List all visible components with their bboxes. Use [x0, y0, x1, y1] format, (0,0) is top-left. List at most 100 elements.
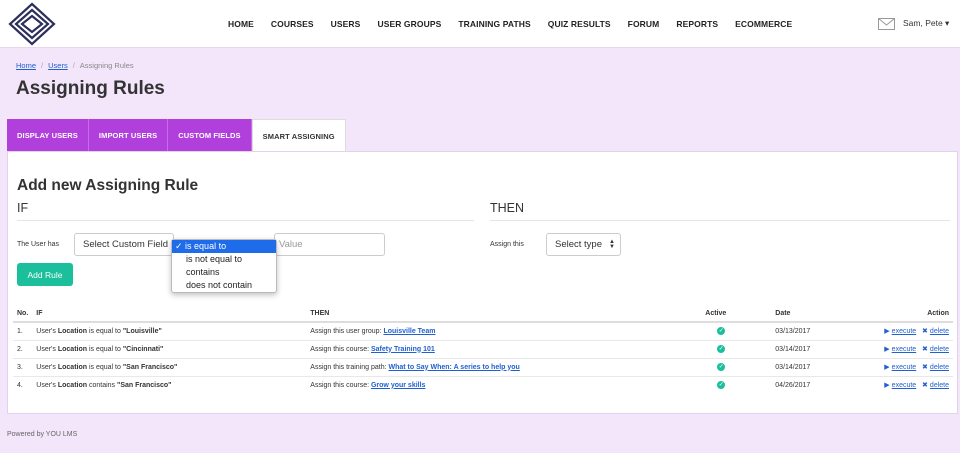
row-active: ✓ — [701, 357, 742, 376]
operator-option-contains[interactable]: contains — [172, 266, 276, 279]
col-active: Active — [701, 305, 742, 323]
breadcrumb-separator: / — [41, 61, 44, 70]
execute-link[interactable]: execute — [892, 328, 917, 335]
check-circle-icon: ✓ — [717, 327, 726, 336]
operator-option-is-not-equal-to[interactable]: is not equal to — [172, 253, 276, 266]
nav-home[interactable]: HOME — [228, 19, 254, 29]
execute-link[interactable]: execute — [892, 382, 917, 389]
execute-link[interactable]: execute — [892, 346, 917, 353]
tab-bar: DISPLAY USERS IMPORT USERS CUSTOM FIELDS… — [7, 119, 346, 153]
delete-x-icon: ✖ — [922, 346, 928, 353]
value-input[interactable]: Value — [274, 233, 385, 256]
breadcrumb-current: Assigning Rules — [79, 61, 134, 70]
row-if: User's Location is equal to "San Francis… — [32, 357, 307, 376]
row-number: 1. — [13, 321, 33, 340]
row-if: User's Location contains "San Francisco" — [32, 375, 307, 394]
row-actions: ▶ execute ✖ delete — [841, 339, 953, 358]
tab-custom-fields[interactable]: CUSTOM FIELDS — [168, 119, 252, 152]
row-then-link[interactable]: What to Say When: A series to help you — [389, 364, 520, 371]
row-then: Assign this course: Grow your skills — [306, 375, 702, 394]
col-date: Date — [741, 305, 842, 323]
breadcrumb-home[interactable]: Home — [16, 61, 36, 70]
row-date: 03/14/2017 — [741, 357, 842, 376]
play-circle-icon: ▶ — [884, 364, 890, 371]
row-then: Assign this training path: What to Say W… — [306, 357, 702, 376]
tab-smart-assigning[interactable]: SMART ASSIGNING — [251, 119, 346, 153]
row-date: 03/13/2017 — [741, 321, 842, 340]
then-divider — [490, 220, 950, 221]
nav-quiz-results[interactable]: QUIZ RESULTS — [548, 19, 611, 29]
play-circle-icon: ▶ — [884, 382, 890, 390]
row-actions: ▶ execute ✖ delete — [841, 375, 953, 394]
delete-link[interactable]: delete — [930, 382, 949, 389]
breadcrumb-users[interactable]: Users — [48, 61, 68, 70]
logo-icon[interactable] — [8, 2, 56, 46]
mail-icon[interactable] — [878, 18, 895, 30]
delete-x-icon: ✖ — [922, 364, 928, 371]
user-has-label: The User has — [17, 241, 60, 248]
breadcrumb-separator: / — [72, 61, 75, 70]
row-then-link[interactable]: Safety Training 101 — [371, 346, 435, 353]
row-number: 2. — [13, 339, 33, 358]
table-row: 2. User's Location is equal to "Cincinna… — [13, 339, 953, 358]
operator-option-does-not-contain[interactable]: does not contain — [172, 279, 276, 292]
row-if: User's Location is equal to "Cincinnati" — [32, 339, 307, 358]
row-date: 03/14/2017 — [741, 339, 842, 358]
row-then-link[interactable]: Grow your skills — [371, 382, 425, 389]
table-header-row: No. IF THEN Active Date Action — [13, 305, 953, 323]
nav-courses[interactable]: COURSES — [271, 19, 314, 29]
check-circle-icon: ✓ — [717, 363, 726, 371]
delete-link[interactable]: delete — [930, 346, 949, 353]
delete-x-icon: ✖ — [922, 382, 928, 390]
col-action: Action — [841, 305, 953, 323]
smart-assigning-panel: Add new Assigning Rule IF THEN The User … — [7, 151, 958, 414]
col-then: THEN — [306, 305, 702, 323]
type-select[interactable]: Select type ▲ ▼ — [546, 233, 621, 256]
assign-this-label: Assign this — [490, 241, 524, 248]
delete-link[interactable]: delete — [930, 364, 949, 371]
row-if: User's Location is equal to "Louisville" — [32, 321, 307, 340]
nav-ecommerce[interactable]: ECOMMERCE — [735, 19, 792, 29]
user-menu[interactable]: Sam, Pete ▾ — [903, 18, 949, 29]
play-circle-icon: ▶ — [884, 346, 890, 353]
then-heading: THEN — [490, 201, 525, 215]
row-then: Assign this user group: Louisville Team — [306, 321, 702, 340]
check-circle-icon: ✓ — [717, 345, 726, 353]
delete-link[interactable]: delete — [930, 328, 949, 335]
play-circle-icon: ▶ — [884, 328, 890, 336]
add-rule-button[interactable]: Add Rule — [17, 263, 73, 286]
nav-user-groups[interactable]: USER GROUPS — [377, 19, 441, 29]
operator-dropdown[interactable]: ✓ is equal to is not equal to contains d… — [171, 239, 277, 293]
row-active: ✓ — [701, 321, 742, 340]
nav-users[interactable]: USERS — [331, 19, 361, 29]
row-number: 4. — [13, 375, 33, 394]
nav-forum[interactable]: FORUM — [628, 19, 660, 29]
row-then-link[interactable]: Louisville Team — [383, 328, 435, 335]
form-title: Add new Assigning Rule — [17, 177, 199, 194]
main-nav: HOME COURSES USERS USER GROUPS TRAINING … — [228, 0, 809, 48]
check-circle-icon: ✓ — [717, 381, 726, 390]
row-active: ✓ — [701, 375, 742, 394]
page-title: Assigning Rules — [16, 78, 165, 99]
execute-link[interactable]: execute — [892, 364, 917, 371]
custom-field-select[interactable]: Select Custom Field — [74, 233, 174, 256]
footer-text: Powered by YOU LMS — [7, 431, 78, 438]
select-arrows-icon: ▲ ▼ — [609, 239, 615, 250]
breadcrumb: Home / Users / Assigning Rules — [16, 61, 134, 70]
col-no: No. — [13, 305, 33, 323]
col-if: IF — [32, 305, 307, 323]
type-select-value: Select type — [555, 239, 602, 250]
row-active: ✓ — [701, 339, 742, 358]
nav-reports[interactable]: REPORTS — [676, 19, 718, 29]
row-actions: ▶ execute ✖ delete — [841, 321, 953, 340]
tab-display-users[interactable]: DISPLAY USERS — [7, 119, 89, 152]
row-date: 04/26/2017 — [741, 375, 842, 394]
delete-x-icon: ✖ — [922, 328, 928, 336]
value-placeholder: Value — [279, 239, 303, 250]
operator-option-is-equal-to[interactable]: ✓ is equal to — [172, 240, 276, 253]
if-heading: IF — [17, 201, 29, 215]
tab-import-users[interactable]: IMPORT USERS — [88, 119, 169, 152]
rules-table: No. IF THEN Active Date Action 1. User's… — [13, 305, 953, 394]
nav-training-paths[interactable]: TRAINING PATHS — [458, 19, 530, 29]
table-row: 1. User's Location is equal to "Louisvil… — [13, 321, 953, 340]
